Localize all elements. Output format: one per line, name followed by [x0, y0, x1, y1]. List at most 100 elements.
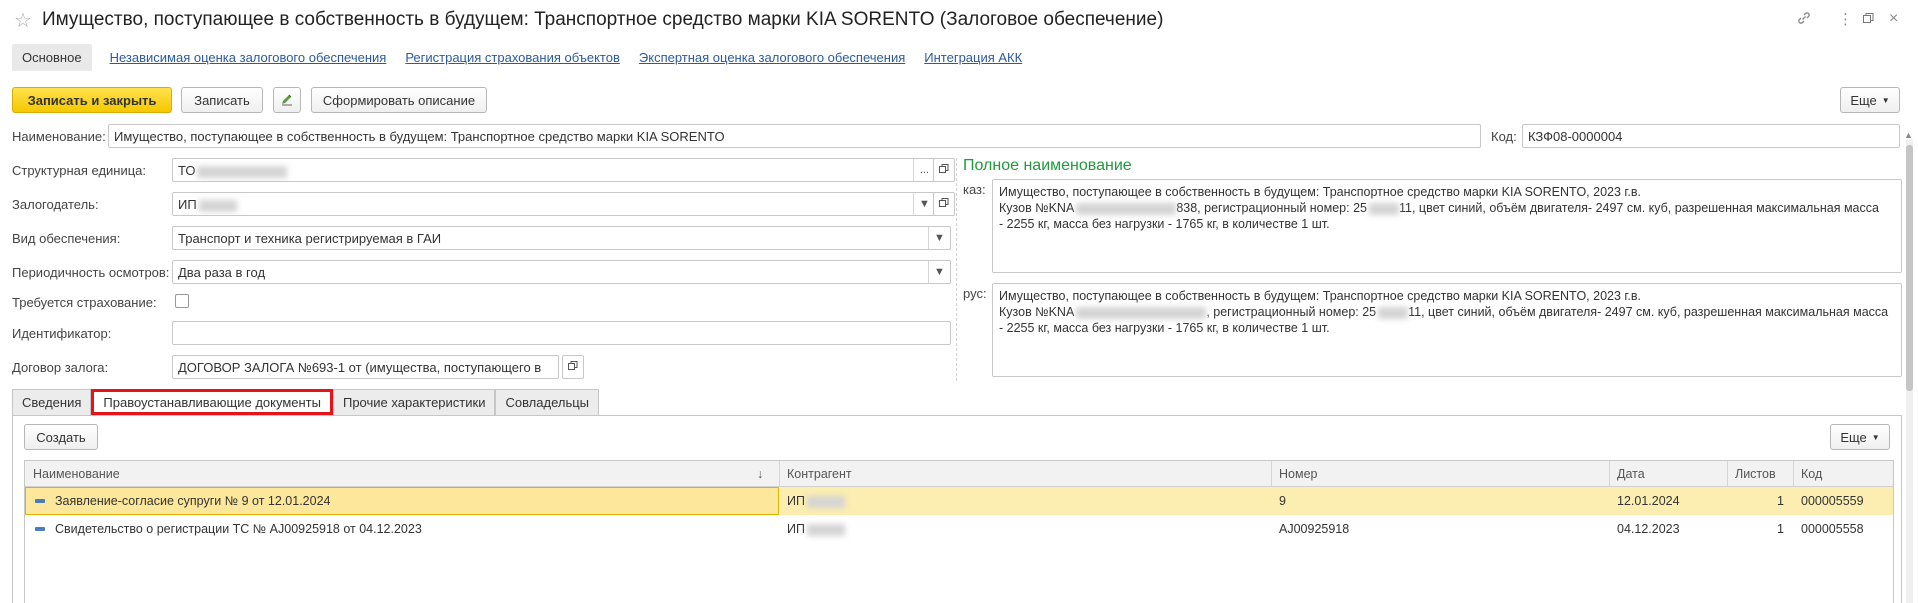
column-divider [1793, 461, 1794, 487]
collateral-type-label: Вид обеспечения: [12, 231, 121, 246]
tab-info[interactable]: Сведения [12, 389, 92, 415]
identifier-field[interactable] [172, 321, 951, 345]
column-header-counterparty[interactable]: Контрагент [787, 467, 852, 481]
sort-arrow-icon[interactable]: ↓ [757, 467, 763, 481]
scrollbar-thumb[interactable] [1906, 145, 1913, 391]
column-header-sheets[interactable]: Листов [1735, 467, 1776, 481]
favorite-star-icon[interactable]: ☆ [14, 8, 32, 33]
dropdown-arrow-icon: ▼ [1881, 95, 1890, 105]
panel-more-button[interactable]: Еще ▼ [1830, 424, 1890, 450]
kaz-label: каз: [963, 182, 986, 197]
struct-unit-label: Структурная единица: [12, 163, 147, 178]
more-button[interactable]: Еще ▼ [1840, 87, 1900, 113]
contract-field[interactable]: ДОГОВОР ЗАЛОГА №693-1 от (имущества, пос… [172, 355, 559, 379]
column-separator [956, 158, 957, 381]
pen-icon [280, 92, 294, 109]
dropdown-arrow-icon[interactable]: ▼ [928, 261, 950, 283]
more-button-label: Еще [1850, 92, 1877, 108]
nav-link-expert-valuation[interactable]: Экспертная оценка залогового обеспечения [639, 50, 905, 65]
tab-title-documents[interactable]: Правоустанавливающие документы [91, 389, 333, 415]
section-nav: Основное Независимая оценка залогового о… [12, 42, 1022, 72]
cell-date: 12.01.2024 [1617, 494, 1680, 508]
link-icon[interactable] [1796, 10, 1812, 30]
open-link-icon [568, 360, 578, 374]
identifier-label: Идентификатор: [12, 326, 112, 341]
inspection-field[interactable]: Два раза в год ▼ [172, 260, 951, 284]
redacted-text [1378, 306, 1409, 319]
kaz-line-3: - 2255 кг, масса без нагрузки - 1765 кг,… [999, 217, 1330, 231]
cell-name: Свидетельство о регистрации ТС № AJ00925… [55, 522, 422, 536]
cell-code: 000005558 [1801, 522, 1864, 536]
column-header-date[interactable]: Дата [1617, 467, 1645, 481]
tab-co-owners[interactable]: Совладельцы [495, 389, 600, 415]
tab-other-characteristics[interactable]: Прочие характеристики [332, 389, 496, 415]
struct-unit-field[interactable]: ТО ... [172, 158, 936, 182]
open-contract-button[interactable] [562, 355, 584, 379]
column-header-number[interactable]: Номер [1279, 467, 1317, 481]
collateral-type-value: Транспорт и техника регистрируемая в ГАИ [178, 231, 442, 246]
dropdown-arrow-icon[interactable]: ▼ [913, 193, 935, 215]
document-icon [35, 527, 45, 531]
redacted-text [1368, 202, 1399, 215]
collateral-type-field[interactable]: Транспорт и техника регистрируемая в ГАИ… [172, 226, 951, 250]
open-pledger-button[interactable] [933, 192, 955, 216]
rus-line-2: Кузов №KNA, регистрационный номер: 25 11,… [999, 305, 1889, 319]
redacted-text [1076, 306, 1207, 319]
kaz-line-2: Кузов №KNA 838, регистрационный номер: 25… [999, 201, 1879, 215]
documents-table: Наименование ↓ Контрагент Номер Дата Лис… [24, 460, 1894, 603]
nav-link-insurance-registration[interactable]: Регистрация страхования объектов [405, 50, 620, 65]
table-header: Наименование ↓ Контрагент Номер Дата Лис… [25, 461, 1893, 487]
struct-unit-value: ТО [178, 163, 196, 178]
redacted-text [198, 199, 237, 212]
save-and-close-button[interactable]: Записать и закрыть [12, 87, 172, 113]
redacted-text [197, 165, 288, 178]
rus-line-1: Имущество, поступающее в собственность в… [999, 289, 1642, 303]
open-link-icon [939, 197, 949, 211]
inspection-value: Два раза в год [178, 265, 266, 280]
column-divider [1727, 461, 1728, 487]
nav-main[interactable]: Основное [12, 43, 92, 71]
nav-link-akk-integration[interactable]: Интеграция АКК [924, 50, 1022, 65]
dropdown-arrow-icon[interactable]: ▼ [928, 227, 950, 249]
column-divider [1271, 461, 1272, 487]
redacted-text [806, 495, 845, 508]
cell-date: 04.12.2023 [1617, 522, 1680, 536]
pledger-label: Залогодатель: [12, 197, 99, 212]
rus-full-name-textarea[interactable]: Имущество, поступающее в собственность в… [992, 283, 1902, 377]
inspection-label: Периодичность осмотров: [12, 265, 170, 280]
document-icon [35, 499, 45, 503]
table-row[interactable]: Свидетельство о регистрации ТС № AJ00925… [25, 515, 1893, 543]
rus-line-3: - 2255 кг, масса без нагрузки - 1765 кг,… [999, 321, 1330, 335]
insurance-label: Требуется страхование: [12, 295, 157, 310]
column-header-code[interactable]: Код [1801, 467, 1822, 481]
scroll-up-arrow-icon[interactable]: ▲ [1904, 130, 1913, 140]
open-struct-unit-button[interactable] [933, 158, 955, 182]
rus-label: рус: [963, 286, 987, 301]
redacted-text [806, 523, 845, 536]
pledger-field[interactable]: ИП ▼ [172, 192, 936, 216]
redacted-text [1076, 202, 1177, 215]
name-label: Наименование: [12, 129, 106, 144]
code-field[interactable]: КЗФ08-0000004 [1522, 124, 1900, 148]
column-header-name[interactable]: Наименование [33, 467, 120, 481]
cell-sheets: 1 [1777, 494, 1784, 508]
contract-label: Договор залога: [12, 360, 109, 375]
form-description-button[interactable]: Сформировать описание [311, 87, 487, 113]
kaz-line-1: Имущество, поступающее в собственность в… [999, 185, 1642, 199]
choose-button[interactable]: ... [913, 159, 935, 181]
cell-number: 9 [1279, 494, 1286, 508]
create-button[interactable]: Создать [24, 424, 98, 450]
kaz-full-name-textarea[interactable]: Имущество, поступающее в собственность в… [992, 179, 1902, 273]
name-field[interactable]: Имущество, поступающее в собственность в… [108, 124, 1481, 148]
save-button[interactable]: Записать [181, 87, 263, 113]
column-divider [1609, 461, 1610, 487]
table-row[interactable]: Заявление-согласие супруги № 9 от 12.01.… [25, 487, 1893, 515]
more-vertical-icon[interactable]: ⋮ [1838, 10, 1853, 28]
restore-window-icon[interactable] [1863, 13, 1874, 27]
nav-link-independent-valuation[interactable]: Независимая оценка залогового обеспечени… [110, 50, 387, 65]
edit-pen-button[interactable] [273, 87, 301, 113]
insurance-checkbox[interactable] [175, 294, 189, 308]
close-icon[interactable]: × [1889, 10, 1898, 28]
code-label: Код: [1491, 129, 1517, 144]
tab-bar: Сведения Правоустанавливающие документы … [12, 389, 600, 415]
